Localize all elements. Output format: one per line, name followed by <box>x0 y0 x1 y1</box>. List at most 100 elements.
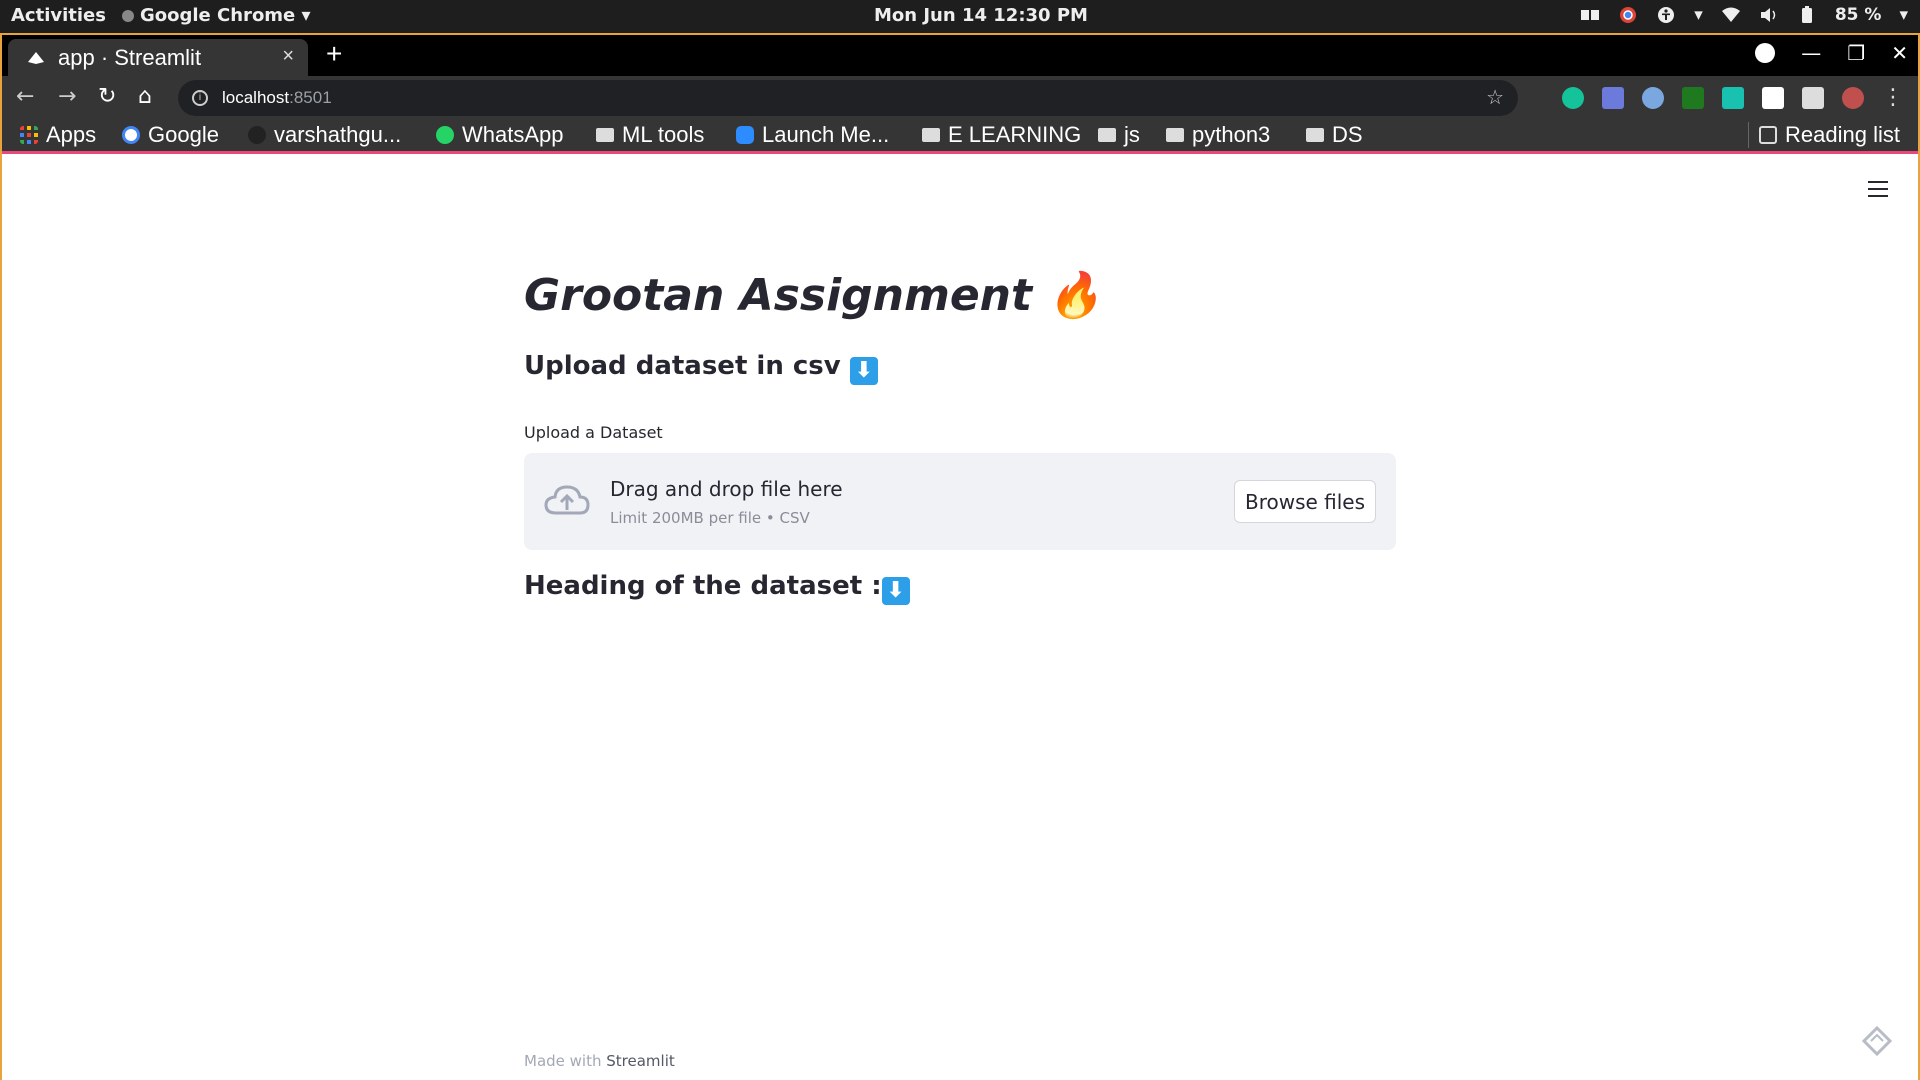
extension-circle-icon[interactable] <box>1642 86 1664 109</box>
whatsapp-icon <box>436 126 454 144</box>
browser-window: app · Streamlit × + — ❐ ✕ ← → ↻ ⌂ i loca… <box>0 33 1920 1080</box>
google-icon <box>122 126 140 144</box>
grammarly-icon[interactable] <box>1562 86 1584 109</box>
down-arrow-emoji-icon: ⬇ <box>849 357 878 385</box>
bookmark-star-icon[interactable]: ☆ <box>1486 85 1504 110</box>
profile-avatar[interactable] <box>1842 86 1864 109</box>
browser-toolbar: ← → ↻ ⌂ i localhost :8501 ☆ ⋮ <box>2 76 1918 120</box>
bookmark-label: Launch Me... <box>762 122 890 147</box>
dropzone-limit: Limit 200MB per file • CSV <box>610 509 810 527</box>
bookmark-label: varshathgu... <box>274 122 402 147</box>
reading-list-button[interactable]: Reading list <box>1748 122 1900 148</box>
system-top-bar: Activities Google Chrome ▾ Mon Jun 14 12… <box>0 0 1920 33</box>
dataset-heading: Heading of the dataset : ⬇ <box>524 571 910 605</box>
upload-label: Upload a Dataset <box>524 423 663 442</box>
down-arrow-emoji-icon: ⬇ <box>881 577 910 605</box>
reload-icon[interactable]: ↻ <box>98 84 116 109</box>
bookmark-folder-ds[interactable]: DS <box>1306 122 1363 148</box>
tab-app-streamlit[interactable]: app · Streamlit × <box>8 39 308 76</box>
streamlit-logo-icon <box>1862 1026 1892 1056</box>
wifi-icon <box>1721 7 1740 22</box>
folder-icon <box>1306 128 1324 142</box>
extensions-area: ⋮ <box>1562 85 1904 110</box>
bookmark-label: Apps <box>46 122 97 147</box>
close-tab-icon[interactable]: × <box>282 45 294 68</box>
back-icon[interactable]: ← <box>16 84 34 109</box>
chevron-down-icon: ▾ <box>1899 5 1908 25</box>
url-host: localhost <box>222 88 290 107</box>
footer-streamlit-link[interactable]: Streamlit <box>606 1052 675 1070</box>
browse-files-button[interactable]: Browse files <box>1234 480 1376 523</box>
bookmarks-bar: Apps Google varshathgu... WhatsApp ML to… <box>2 120 1918 154</box>
chrome-tray-icon[interactable] <box>1618 6 1638 24</box>
puzzle-extensions-icon[interactable] <box>1802 86 1824 109</box>
minimize-icon[interactable]: — <box>1801 41 1821 65</box>
cloud-upload-icon <box>544 485 590 515</box>
bw-extension-icon[interactable] <box>1682 86 1704 109</box>
bookmark-label: E LEARNING <box>948 122 1082 147</box>
battery-percent: 85 % <box>1834 5 1882 25</box>
notion-icon[interactable] <box>1762 86 1784 109</box>
github-icon <box>248 126 266 144</box>
site-info-icon[interactable]: i <box>192 90 208 106</box>
system-tray[interactable]: ▾ 85 % ▾ <box>1580 5 1908 25</box>
volume-icon <box>1760 8 1776 22</box>
streamlit-favicon-icon <box>28 51 44 64</box>
footer: Made with Streamlit <box>524 1052 675 1070</box>
activities-button[interactable]: Activities <box>11 5 106 26</box>
chevron-down-icon: ▾ <box>1694 5 1703 25</box>
app-menu[interactable]: Google Chrome ▾ <box>122 5 311 26</box>
app-menu-label: Google Chrome ▾ <box>140 5 311 26</box>
grid-apps-icon <box>20 126 38 144</box>
address-bar[interactable]: i localhost :8501 ☆ <box>178 80 1518 116</box>
restore-icon[interactable]: ❐ <box>1847 41 1865 65</box>
file-dropzone[interactable]: Drag and drop file here Limit 200MB per … <box>524 453 1396 550</box>
zoom-icon <box>736 126 754 144</box>
folder-icon <box>1166 128 1184 142</box>
tab-strip: app · Streamlit × + — ❐ ✕ <box>2 35 1918 76</box>
accessibility-icon[interactable] <box>1656 6 1676 24</box>
window-switch-icon[interactable] <box>1580 6 1600 24</box>
page-title: Grootan Assignment 🔥 <box>524 270 1103 321</box>
folder-icon <box>1098 128 1116 142</box>
window-controls: — ❐ ✕ <box>1755 41 1908 65</box>
clock[interactable]: Mon Jun 14 12:30 PM <box>874 5 1088 26</box>
bookmark-folder-python3[interactable]: python3 <box>1166 122 1270 148</box>
bookmark-whatsapp[interactable]: WhatsApp <box>436 122 564 148</box>
hamburger-menu-icon[interactable] <box>1868 181 1888 202</box>
bookmark-label: Google <box>148 122 219 147</box>
folder-icon <box>596 128 614 142</box>
kebab-menu-icon[interactable]: ⋮ <box>1882 85 1904 110</box>
n-extension-icon[interactable] <box>1722 86 1744 109</box>
bookmark-zoom[interactable]: Launch Me... <box>736 122 889 148</box>
reading-list-label: Reading list <box>1785 122 1900 147</box>
reading-list-icon <box>1759 126 1777 144</box>
tab-search-icon[interactable] <box>1755 43 1776 63</box>
bookmark-google[interactable]: Google <box>122 122 219 148</box>
forward-icon[interactable]: → <box>58 84 76 109</box>
bookmark-label: js <box>1124 122 1140 147</box>
battery-icon <box>1801 6 1812 23</box>
tab-title: app · Streamlit <box>58 44 202 70</box>
bookmark-folder-e-learning[interactable]: E LEARNING <box>922 122 1081 148</box>
folder-icon <box>922 128 940 142</box>
upload-heading-text: Upload dataset in csv <box>524 351 841 381</box>
footer-prefix: Made with <box>524 1052 607 1070</box>
home-icon[interactable]: ⌂ <box>138 84 152 109</box>
new-tab-button[interactable]: + <box>326 38 342 70</box>
bookmark-apps[interactable]: Apps <box>20 122 96 148</box>
streamlit-page: Grootan Assignment 🔥 Upload dataset in c… <box>2 157 1918 1080</box>
close-window-icon[interactable]: ✕ <box>1891 41 1908 65</box>
bookmark-label: WhatsApp <box>462 122 564 147</box>
bookmark-github[interactable]: varshathgu... <box>248 122 401 148</box>
chrome-small-icon <box>122 9 134 22</box>
bookmark-folder-ml-tools[interactable]: ML tools <box>596 122 704 148</box>
dataset-heading-text: Heading of the dataset : <box>524 571 882 601</box>
dropzone-title: Drag and drop file here <box>610 477 843 501</box>
bookmark-label: python3 <box>1192 122 1271 147</box>
bookmark-label: ML tools <box>622 122 705 147</box>
bookmark-folder-js[interactable]: js <box>1098 122 1140 148</box>
url-port: :8501 <box>289 88 332 107</box>
extension-icon[interactable] <box>1602 86 1624 109</box>
upload-heading: Upload dataset in csv ⬇ <box>524 351 878 385</box>
